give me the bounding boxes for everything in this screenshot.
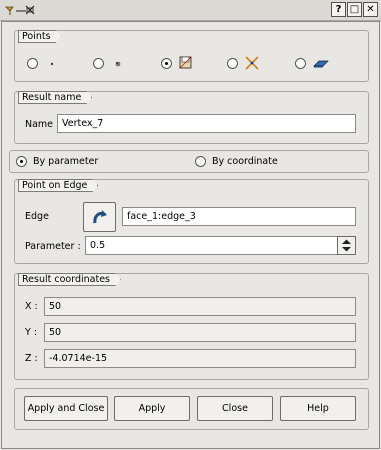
spin-arrows-icon bbox=[342, 239, 351, 252]
maximize-button[interactable]: □ bbox=[347, 2, 362, 17]
x-value-field: 50 bbox=[44, 297, 356, 316]
by-coordinate-radio[interactable] bbox=[195, 156, 206, 167]
close-window-button[interactable]: ✕ bbox=[363, 2, 378, 17]
result-name-group-title: Result name bbox=[18, 91, 92, 104]
point-on-edge-group-title: Point on Edge bbox=[18, 179, 98, 192]
result-name-group: Result name Name Vertex_7 bbox=[14, 91, 369, 144]
curved-arrow-icon bbox=[93, 210, 107, 224]
y-label: Y : bbox=[25, 327, 38, 338]
by-parameter-radio[interactable] bbox=[16, 156, 27, 167]
points-group-title: Points bbox=[18, 30, 62, 43]
point-option-2-radio[interactable] bbox=[93, 58, 104, 69]
parameter-spin-buttons[interactable] bbox=[337, 236, 356, 255]
parameter-label: Parameter : bbox=[25, 241, 81, 252]
z-value-field: -4.0714e-15 bbox=[44, 349, 356, 368]
title-bar: ? □ ✕ bbox=[0, 0, 381, 21]
close-button[interactable]: Close bbox=[197, 396, 273, 421]
apply-button[interactable]: Apply bbox=[114, 396, 190, 421]
window-menu-icon[interactable] bbox=[4, 3, 44, 17]
y-value-field: 50 bbox=[44, 323, 356, 342]
point-option-5-radio[interactable] bbox=[295, 58, 306, 69]
result-coordinates-group-title: Result coordinates bbox=[18, 273, 121, 286]
point-on-edge-group: Point on Edge Edge face_1:edge_3 Paramet… bbox=[14, 179, 369, 264]
point-option-1-radio[interactable] bbox=[27, 58, 38, 69]
edge-label: Edge bbox=[25, 211, 49, 222]
z-label: Z : bbox=[25, 353, 38, 364]
by-coordinate-label[interactable]: By coordinate bbox=[212, 156, 278, 168]
by-parameter-label[interactable]: By parameter bbox=[33, 156, 98, 168]
parameter-spinbox[interactable]: 0.5 bbox=[85, 236, 338, 255]
point-option-3-radio[interactable] bbox=[161, 58, 172, 69]
point-dot-icon[interactable] bbox=[45, 57, 59, 71]
help-button[interactable]: Help bbox=[280, 396, 356, 421]
point-on-edge-icon[interactable] bbox=[178, 55, 194, 71]
result-coordinates-group: Result coordinates X : 50 Y : 50 Z : -4.… bbox=[14, 273, 369, 380]
apply-and-close-button[interactable]: Apply and Close bbox=[24, 396, 108, 421]
name-label: Name bbox=[25, 119, 54, 130]
name-input[interactable]: Vertex_7 bbox=[57, 114, 356, 133]
point-on-face-icon[interactable] bbox=[312, 55, 330, 71]
edge-select-button[interactable] bbox=[83, 202, 116, 232]
x-label: X : bbox=[25, 301, 38, 312]
point-on-sphere-icon[interactable] bbox=[111, 57, 125, 71]
edge-input[interactable]: face_1:edge_3 bbox=[122, 207, 356, 226]
point-option-4-radio[interactable] bbox=[227, 58, 238, 69]
point-intersection-icon[interactable] bbox=[244, 55, 260, 71]
points-group: Points bbox=[14, 30, 369, 82]
mode-group: By parameter By coordinate bbox=[9, 150, 369, 173]
help-title-button[interactable]: ? bbox=[331, 2, 346, 17]
